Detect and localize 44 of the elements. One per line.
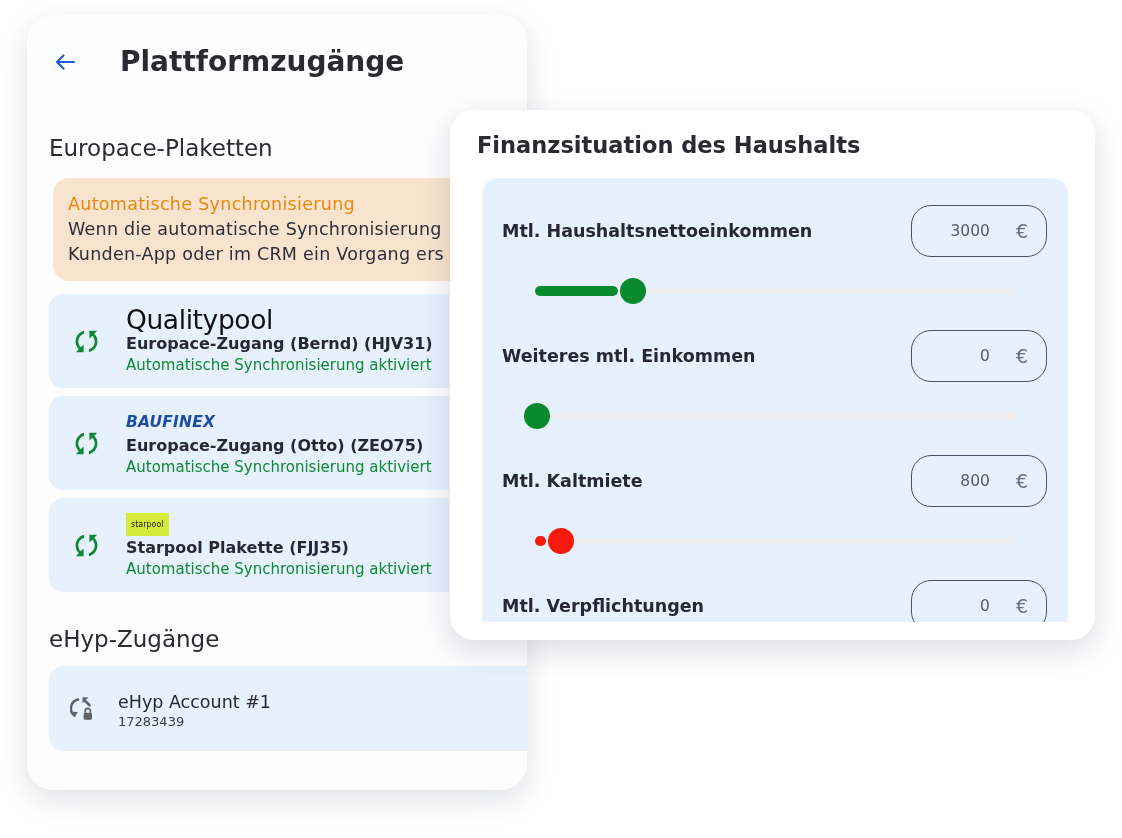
company-logo: BAUFINEX (126, 412, 216, 432)
notice-text: Wenn die automatische Synchronisierung Kunden-App oder im CRM ein Vorgang ers (68, 218, 444, 266)
slider-thumb[interactable] (547, 528, 574, 554)
section-heading: Europace-Plaketten (49, 135, 273, 161)
slider-thumb[interactable] (619, 278, 646, 304)
amount-field[interactable]: 3000 € (911, 205, 1047, 257)
account-number: 17283439 (118, 713, 185, 731)
currency-unit: € (1015, 470, 1028, 492)
sync-lock-icon (70, 696, 93, 721)
sync-status: Automatische Synchronisierung aktiviert (126, 559, 432, 579)
badge-name: Starpool Plakette (FJJ35) (126, 537, 349, 559)
back-arrow-icon[interactable] (55, 54, 75, 70)
sync-status: Automatische Synchronisierung aktiviert (126, 457, 432, 477)
field-label: Weiteres mtl. Einkommen (502, 346, 756, 366)
sync-arrows-icon (75, 431, 98, 455)
sync-arrows-icon (75, 329, 98, 353)
account-name: eHyp Account #1 (118, 691, 271, 713)
company-logo: starpool (126, 512, 169, 536)
amount-value: 0 (980, 347, 990, 365)
field-label: Mtl. Kaltmiete (502, 471, 643, 491)
badge-item[interactable]: starpool Starpool Plakette (FJJ35) Automatische Synchronisierung aktiviert (49, 498, 449, 592)
card-title: Finanzsituation des Haushalts (477, 131, 861, 159)
field-label: Mtl. Haushaltsnettoeinkommen (502, 221, 813, 241)
amount-value: 0 (980, 597, 990, 615)
amount-value: 800 (960, 472, 990, 490)
amount-field[interactable]: 800 € (911, 455, 1047, 507)
notice-title: Automatische Synchronisierung (68, 193, 355, 216)
amount-value: 3000 (950, 222, 990, 240)
currency-unit: € (1015, 345, 1028, 367)
screen-title: Plattformzugänge (120, 45, 405, 79)
account-item[interactable]: eHyp Account #1 17283439 (49, 666, 527, 751)
section-heading: eHyp-Zugänge (49, 626, 220, 652)
badge-name: Europace-Zugang (Otto) (ZEO75) (126, 435, 424, 457)
company-logo: Qualitypool (126, 307, 273, 333)
slider-thumb[interactable] (524, 403, 550, 429)
field-label: Mtl. Verpflichtungen (502, 596, 705, 616)
badge-item[interactable]: BAUFINEX Europace-Zugang (Otto) (ZEO75) Automatische Synchronisierung aktiviert (49, 396, 449, 490)
currency-unit: € (1015, 220, 1028, 242)
badge-item[interactable]: Qualitypool Europace-Zugang (Bernd) (HJV31) Automatische Synchronisierung aktiviert (49, 294, 449, 388)
sync-status: Automatische Synchronisierung aktiviert (126, 355, 432, 375)
sync-arrows-icon (75, 533, 98, 557)
amount-field[interactable]: 0 € (911, 330, 1047, 382)
badge-name: Europace-Zugang (Bernd) (HJV31) (126, 334, 433, 355)
currency-unit: € (1015, 595, 1028, 617)
